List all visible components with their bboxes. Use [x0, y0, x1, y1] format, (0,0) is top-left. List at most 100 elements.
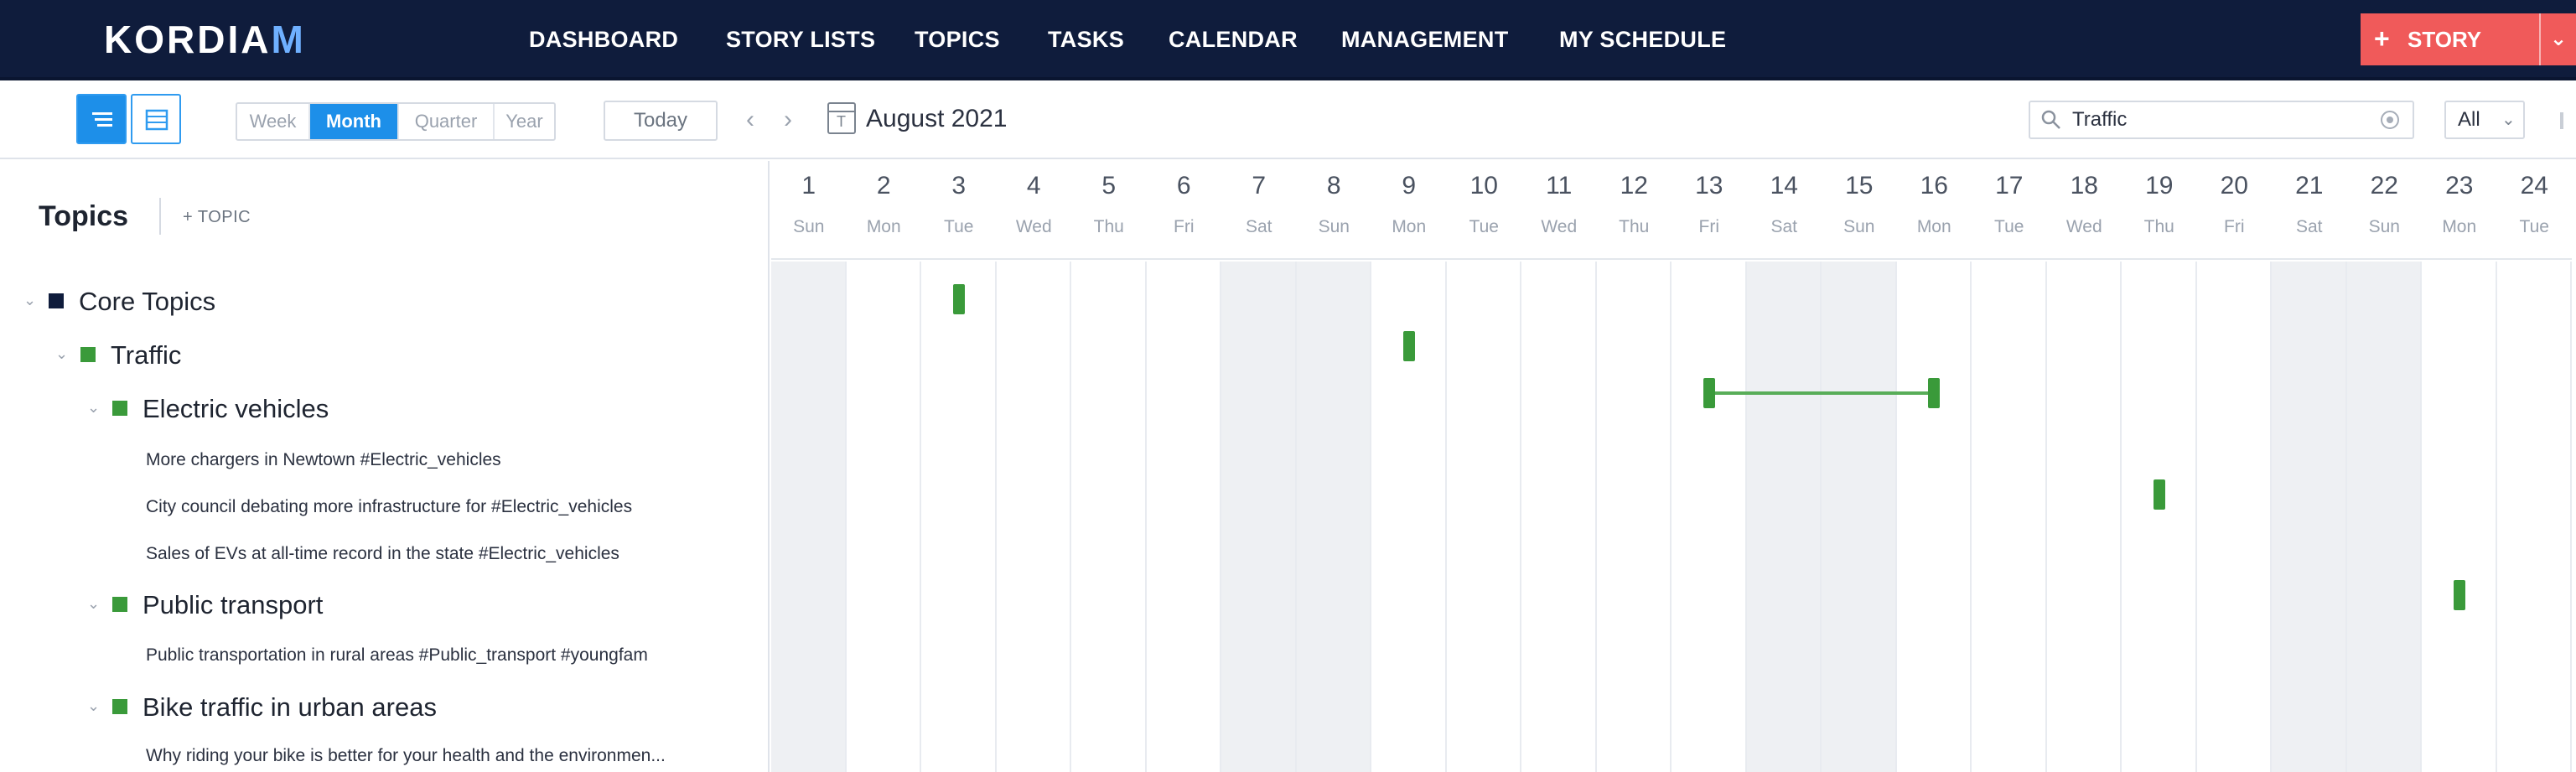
- tree-node-label: Electric vehicles: [143, 394, 329, 423]
- nav-calendar[interactable]: CALENDAR: [1169, 25, 1298, 54]
- chevron-down-icon[interactable]: ⌄: [23, 290, 36, 310]
- range-week[interactable]: Week: [237, 104, 310, 139]
- day-column[interactable]: [2272, 262, 2347, 772]
- day-column[interactable]: [2496, 262, 2572, 772]
- day-name: Thu: [1619, 217, 1650, 236]
- day-column[interactable]: [1896, 262, 1972, 772]
- day-number: 19: [2145, 172, 2174, 199]
- day-column[interactable]: [1071, 262, 1147, 772]
- event-marker[interactable]: [1928, 378, 1941, 408]
- day-column[interactable]: [1521, 262, 1597, 772]
- nav-topics[interactable]: TOPICS: [915, 25, 1000, 54]
- chevron-down-icon[interactable]: ⌄: [87, 397, 100, 417]
- day-column[interactable]: [1672, 262, 1747, 772]
- day-header: 24 Tue: [2496, 161, 2572, 260]
- event-marker[interactable]: [2153, 479, 2165, 510]
- tree-node-label: Public transport: [143, 590, 324, 619]
- add-topic-button[interactable]: + TOPIC: [183, 206, 251, 228]
- event-marker[interactable]: [1703, 378, 1715, 408]
- kordiam-logo[interactable]: KORDIAM: [104, 18, 306, 60]
- range-quarter[interactable]: Quarter: [399, 104, 495, 139]
- event-marker[interactable]: [2453, 580, 2465, 610]
- event-marker[interactable]: [952, 284, 965, 314]
- day-column[interactable]: [1146, 262, 1221, 772]
- story-item[interactable]: City council debating more infrastructur…: [146, 495, 632, 519]
- nav-dashboard[interactable]: DASHBOARD: [529, 25, 678, 54]
- event-marker[interactable]: [1402, 331, 1415, 361]
- day-column[interactable]: [1822, 262, 1897, 772]
- chevron-down-icon: ⌄: [2501, 111, 2516, 129]
- day-column[interactable]: [1746, 262, 1822, 772]
- day-number: 9: [1402, 172, 1417, 199]
- filter-select-value: All: [2458, 108, 2480, 131]
- filter-select[interactable]: All ⌄: [2444, 101, 2525, 139]
- chevron-down-icon[interactable]: ⌄: [87, 696, 100, 716]
- chevron-down-icon[interactable]: ⌄: [87, 593, 100, 614]
- search-input[interactable]: [2072, 107, 2357, 132]
- day-number: 24: [2520, 172, 2548, 199]
- day-number: 11: [1546, 172, 1573, 199]
- story-item[interactable]: Public transportation in rural areas #Pu…: [146, 644, 648, 667]
- nav-story-lists[interactable]: STORY LISTS: [726, 25, 875, 54]
- grid-view-icon: [145, 109, 168, 131]
- story-item[interactable]: Sales of EVs at all-time record in the s…: [146, 542, 619, 566]
- add-story-label: STORY: [2408, 27, 2482, 52]
- story-item[interactable]: Why riding your bike is better for your …: [146, 744, 666, 768]
- event-span-line[interactable]: [1708, 391, 1935, 395]
- story-item[interactable]: More chargers in Newtown #Electric_vehic…: [146, 448, 501, 472]
- day-name: Thu: [1093, 217, 1124, 236]
- day-column[interactable]: [1596, 262, 1672, 772]
- nav-my-schedule[interactable]: MY SCHEDULE: [1559, 25, 1726, 54]
- day-column[interactable]: [846, 262, 921, 772]
- range-month[interactable]: Month: [310, 104, 399, 139]
- previous-period-arrow-icon[interactable]: ‹: [746, 106, 754, 134]
- day-column[interactable]: [771, 262, 847, 772]
- day-header: 7 Sat: [1221, 161, 1297, 260]
- clear-search-icon[interactable]: [2381, 111, 2399, 129]
- current-month-label[interactable]: August 2021: [866, 104, 1007, 134]
- story-options-chevron-icon[interactable]: ⌄: [2550, 27, 2567, 52]
- chevron-down-icon[interactable]: ⌄: [55, 344, 68, 364]
- day-header: 1 Sun: [771, 161, 847, 260]
- day-name: Sun: [1318, 217, 1350, 236]
- tree-node-label: Core Topics: [79, 287, 216, 316]
- day-name: Tue: [1994, 217, 2024, 236]
- range-year[interactable]: Year: [495, 104, 554, 139]
- day-column[interactable]: [996, 262, 1071, 772]
- nav-management[interactable]: MANAGEMENT: [1341, 25, 1509, 54]
- top-navigation-bar: KORDIAM DASHBOARD STORY LISTS TOPICS TAS…: [0, 0, 2576, 80]
- toolbar-overflow-handle[interactable]: [2560, 112, 2563, 129]
- day-column[interactable]: [2422, 262, 2497, 772]
- grid-view-toggle[interactable]: [131, 94, 181, 144]
- day-header: 20 Fri: [2196, 161, 2272, 260]
- day-name: Sat: [1245, 217, 1272, 236]
- day-number: 7: [1252, 172, 1267, 199]
- day-column[interactable]: [1446, 262, 1521, 772]
- list-view-toggle[interactable]: [76, 94, 127, 144]
- day-name: Tue: [2519, 217, 2549, 236]
- day-column[interactable]: [1296, 262, 1371, 772]
- logo-accent-letter: M: [271, 18, 306, 61]
- calendar-picker-icon[interactable]: T: [827, 102, 856, 134]
- day-column[interactable]: [1972, 262, 2047, 772]
- today-button[interactable]: Today: [604, 101, 718, 141]
- day-number: 13: [1695, 172, 1723, 199]
- plus-icon: +: [2374, 23, 2390, 54]
- day-number: 22: [2370, 172, 2398, 199]
- day-name: Mon: [1916, 217, 1951, 236]
- day-column[interactable]: [1221, 262, 1297, 772]
- day-column[interactable]: [2346, 262, 2422, 772]
- day-column[interactable]: [2122, 262, 2197, 772]
- day-number: 8: [1326, 172, 1341, 199]
- day-column[interactable]: [921, 262, 997, 772]
- nav-tasks[interactable]: TASKS: [1048, 25, 1124, 54]
- day-name: Fri: [1174, 217, 1195, 236]
- header-divider: [159, 198, 161, 235]
- next-period-arrow-icon[interactable]: ›: [784, 106, 792, 134]
- topics-heading: Topics: [39, 200, 129, 232]
- day-column[interactable]: [2196, 262, 2272, 772]
- day-header: 23 Mon: [2422, 161, 2497, 260]
- day-column[interactable]: [2046, 262, 2122, 772]
- day-header: 13 Fri: [1672, 161, 1747, 260]
- add-story-button[interactable]: + STORY ⌄: [2361, 13, 2576, 65]
